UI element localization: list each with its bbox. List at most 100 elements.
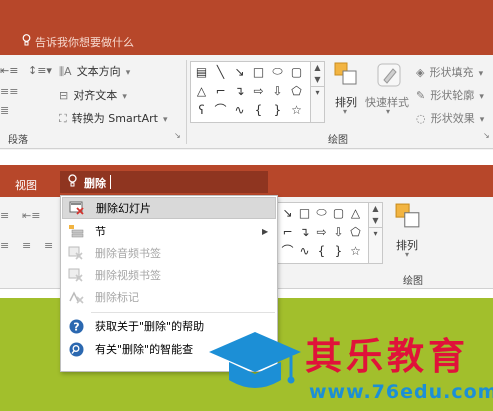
curve-shape-icon[interactable]: ⌒ <box>279 242 296 259</box>
shape-fill-button[interactable]: ◈ 形状填充 ▾ <box>416 61 483 80</box>
scroll-up-icon[interactable]: ▲ <box>311 62 324 74</box>
down-arrow-shape-icon[interactable]: ⇩ <box>269 82 286 99</box>
lightbulb-icon <box>68 174 77 190</box>
tell-me-box[interactable]: 告诉我你想要做什么 <box>22 34 134 50</box>
chevron-down-icon: ▾ <box>122 92 127 102</box>
watermark-name: 其乐教育 <box>305 335 469 378</box>
chevron-down-icon: ▾ <box>479 92 484 102</box>
indent-icon[interactable]: ⇤≡ <box>0 64 18 77</box>
chevron-down-icon: ▾ <box>405 250 410 259</box>
arrange-button[interactable]: 排列 ▾ <box>392 201 428 261</box>
menu-item-delete-markup[interactable]: 删除标记 <box>62 286 276 308</box>
shape-effects-button[interactable]: ◌ 形状效果 ▾ <box>416 107 484 126</box>
section-icon <box>68 223 84 239</box>
align-center-icon[interactable]: ≡ <box>22 239 31 252</box>
star-shape-icon[interactable]: ☆ <box>347 242 364 259</box>
oval-shape-icon[interactable]: ⬭ <box>313 204 330 221</box>
paint-bucket-icon: ◈ <box>416 66 425 79</box>
rectangle-shape-icon[interactable]: □ <box>296 204 313 221</box>
decrease-indent-icon[interactable]: ⇤≡ <box>22 209 40 222</box>
scribble-shape-icon[interactable]: ∿ <box>231 101 248 118</box>
menu-item-section[interactable]: 节 ▶ <box>62 220 276 242</box>
gallery-scrollbar[interactable]: ▲ ▼ ▾ <box>368 203 382 263</box>
flowchart-shape-icon[interactable]: ⬠ <box>347 223 364 240</box>
arrow-line-shape-icon[interactable]: ↘ <box>231 63 248 80</box>
elbow-arrow-icon[interactable]: ↴ <box>296 223 313 240</box>
convert-smartart-button[interactable]: ⛶ 转换为 SmartArt ▾ <box>59 107 168 126</box>
drawing-group-label: 绘图 <box>328 135 348 146</box>
left-brace-shape-icon[interactable]: { <box>250 101 267 118</box>
chevron-down-icon: ▾ <box>479 115 485 125</box>
align-icon[interactable]: ≡≡ <box>0 85 18 98</box>
chevron-down-icon: ▾ <box>386 107 391 116</box>
oval-shape-icon[interactable]: ⬭ <box>269 63 286 80</box>
watermark-url: www.76edu.com <box>309 381 493 403</box>
tell-me-search-box[interactable]: 删除 <box>60 171 268 193</box>
align-right-icon[interactable]: ≡ <box>44 239 53 252</box>
watermark-logo: 其乐教育 www.76edu.com <box>205 318 493 411</box>
gallery-more-icon[interactable]: ▾ <box>369 227 382 240</box>
shapes-gallery[interactable]: ↘ □ ⬭ ▢ △ ⌐ ↴ ⇨ ⇩ ⬠ ⌒ ∿ { } ☆ ▲ ▼ ▾ <box>276 202 383 264</box>
gallery-more-icon[interactable]: ▾ <box>311 86 324 99</box>
align-icon[interactable]: ≡ <box>0 239 9 252</box>
line-shape-icon[interactable]: ╲ <box>212 63 229 80</box>
scroll-down-icon[interactable]: ▼ <box>311 74 324 86</box>
columns-icon[interactable]: ≣ <box>0 104 9 117</box>
menu-item-delete-audio-bookmark[interactable]: 删除音频书签 <box>62 242 276 264</box>
ribbon-bottom-border <box>0 148 493 149</box>
arrange-button[interactable]: 排列 ▾ <box>330 60 364 118</box>
gallery-scrollbar[interactable]: ▲ ▼ ▾ <box>310 62 324 122</box>
audio-bookmark-icon <box>68 245 84 261</box>
shape-outline-button[interactable]: ✎ 形状轮廓 ▾ <box>416 84 484 103</box>
triangle-shape-icon[interactable]: △ <box>347 204 364 221</box>
shapes-gallery[interactable]: ▤ ╲ ↘ □ ⬭ ▢ △ ⌐ ↴ ⇨ ⇩ ⬠ ʕ ⌒ ∿ { } ☆ ▲ ▼ … <box>190 61 325 123</box>
indent-icon[interactable]: ≡ <box>0 209 9 222</box>
flowchart-shape-icon[interactable]: ⬠ <box>288 82 305 99</box>
pencil-icon: ✎ <box>416 89 426 102</box>
chevron-down-icon: ▾ <box>163 115 168 125</box>
scroll-up-icon[interactable]: ▲ <box>369 203 382 215</box>
star-shape-icon[interactable]: ☆ <box>288 101 305 118</box>
scroll-down-icon[interactable]: ▼ <box>369 215 382 227</box>
quick-styles-button[interactable]: 快速样式 ▾ <box>364 60 414 118</box>
textbox-shape-icon[interactable]: ▤ <box>193 63 210 80</box>
menu-item-delete-slide[interactable]: 删除幻灯片 <box>62 197 276 219</box>
freeform-shape-icon[interactable]: ʕ <box>193 101 210 118</box>
arrange-icon <box>395 203 420 228</box>
smartart-icon: ⛶ <box>59 112 67 125</box>
right-brace-shape-icon[interactable]: } <box>269 101 286 118</box>
right-arrow-shape-icon[interactable]: ⇨ <box>313 223 330 240</box>
video-bookmark-icon <box>68 267 84 283</box>
rounded-rect-shape-icon[interactable]: ▢ <box>288 63 305 80</box>
align-text-icon: ⊟ <box>59 89 69 102</box>
menu-item-delete-video-bookmark[interactable]: 删除视频书签 <box>62 264 276 286</box>
text-cursor <box>110 175 111 189</box>
arrange-icon <box>334 62 357 85</box>
curve-shape-icon[interactable]: ⌒ <box>212 101 229 118</box>
scribble-shape-icon[interactable]: ∿ <box>296 242 313 259</box>
left-brace-shape-icon[interactable]: { <box>313 242 330 259</box>
rectangle-shape-icon[interactable]: □ <box>250 63 267 80</box>
line-spacing-icon[interactable]: ↕≡▾ <box>28 64 52 77</box>
right-brace-shape-icon[interactable]: } <box>330 242 347 259</box>
elbow-arrow-icon[interactable]: ↴ <box>231 82 248 99</box>
down-arrow-shape-icon[interactable]: ⇩ <box>330 223 347 240</box>
delete-slide-icon <box>69 200 85 216</box>
lightbulb-icon <box>22 34 31 49</box>
right-arrow-shape-icon[interactable]: ⇨ <box>250 82 267 99</box>
chevron-right-icon: ▶ <box>262 226 269 236</box>
text-direction-icon: ⫼A <box>59 65 72 78</box>
tab-view[interactable]: 视图 <box>15 177 37 193</box>
rounded-rect-shape-icon[interactable]: ▢ <box>330 204 347 221</box>
dialog-launcher-icon[interactable]: ↘ <box>174 131 181 140</box>
text-direction-button[interactable]: ⫼A 文本方向 ▾ <box>59 60 130 79</box>
menu-separator <box>91 312 275 313</box>
paragraph-group-label: 段落 <box>8 135 28 146</box>
elbow-connector-icon[interactable]: ⌐ <box>279 223 296 240</box>
triangle-shape-icon[interactable]: △ <box>193 82 210 99</box>
dialog-launcher-icon[interactable]: ↘ <box>483 131 490 140</box>
arrow-line-shape-icon[interactable]: ↘ <box>279 204 296 221</box>
align-text-button[interactable]: ⊟ 对齐文本 ▾ <box>59 84 127 103</box>
elbow-connector-icon[interactable]: ⌐ <box>212 82 229 99</box>
effects-icon: ◌ <box>416 112 426 125</box>
